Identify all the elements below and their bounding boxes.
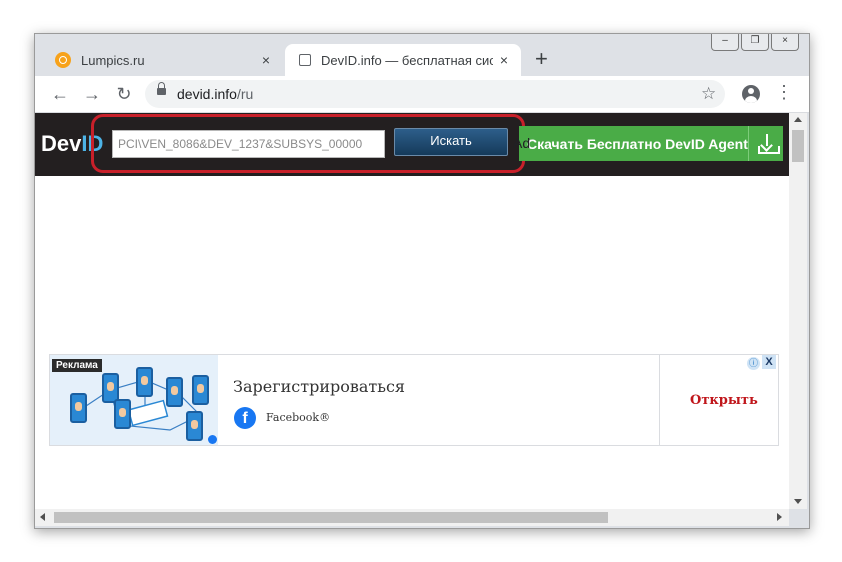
ad-open-button[interactable]: Открыть: [690, 393, 758, 408]
download-icon: [747, 126, 783, 161]
download-agent-button[interactable]: Скачать Бесплатно DevID Agent: [519, 126, 783, 161]
facebook-mini-icon: [208, 435, 217, 444]
horizontal-scrollbar[interactable]: [35, 509, 789, 526]
search-button[interactable]: Искать: [394, 128, 508, 156]
scroll-up-arrow-icon[interactable]: [794, 117, 802, 122]
tab-close-icon[interactable]: ×: [493, 52, 515, 68]
scroll-left-arrow-icon[interactable]: [40, 513, 45, 521]
page-viewport: DevID PCI\VEN_8086&DEV_1237&SUBSYS_00000…: [35, 113, 789, 509]
ad-image[interactable]: Реклама: [50, 355, 218, 445]
tab-strip: Lumpics.ru × DevID.info — бесплатная сис…: [35, 34, 809, 76]
close-window-button[interactable]: ×: [771, 34, 799, 51]
reload-button[interactable]: ↻: [111, 81, 137, 107]
vertical-scroll-thumb[interactable]: [792, 130, 804, 162]
forward-button[interactable]: →: [79, 81, 105, 107]
phone-graphic: [186, 411, 203, 441]
back-button[interactable]: ←: [47, 81, 73, 107]
phone-graphic: [166, 377, 183, 407]
tab-title: Lumpics.ru: [81, 52, 145, 68]
lock-icon[interactable]: [157, 82, 166, 95]
download-agent-label: Скачать Бесплатно DevID Agent: [527, 135, 748, 152]
phone-graphic: [136, 367, 153, 397]
ad-badge: Реклама: [52, 359, 102, 372]
restore-button[interactable]: ❐: [741, 34, 769, 51]
tab-close-icon[interactable]: ×: [255, 52, 277, 68]
window-controls: – ❐ ×: [711, 34, 799, 51]
url-text[interactable]: devid.info/ru: [177, 86, 253, 102]
browser-window: Lumpics.ru × DevID.info — бесплатная сис…: [34, 33, 810, 529]
phone-graphic: [114, 399, 131, 429]
ad-close-button[interactable]: X: [762, 355, 776, 369]
ad-brand: Facebook®: [266, 411, 331, 424]
lumpics-favicon-icon: [55, 52, 71, 68]
device-id-search-input[interactable]: PCI\VEN_8086&DEV_1237&SUBSYS_00000: [112, 130, 385, 158]
horizontal-scroll-thumb[interactable]: [54, 512, 608, 523]
minimize-button[interactable]: –: [711, 34, 739, 51]
tab-devid[interactable]: DevID.info — бесплатная систем ×: [285, 44, 521, 76]
facebook-ad-banner[interactable]: Реклама Зарегистрироваться f Facebook® О…: [49, 354, 779, 446]
ad-label: Ad: [513, 135, 531, 151]
tab-lumpics[interactable]: Lumpics.ru ×: [43, 44, 283, 76]
scroll-down-arrow-icon[interactable]: [794, 499, 802, 504]
browser-toolbar: ← → ↻ devid.info/ru ☆ ⋮: [35, 76, 809, 113]
adchoices-icon[interactable]: ⓘ: [747, 357, 760, 370]
new-tab-button[interactable]: +: [535, 46, 548, 72]
browser-menu-icon[interactable]: ⋮: [775, 82, 793, 103]
vertical-scrollbar[interactable]: [789, 113, 807, 509]
tab-title: DevID.info — бесплатная систем: [321, 52, 493, 68]
phone-graphic: [70, 393, 87, 423]
facebook-icon: f: [234, 407, 256, 429]
bookmark-star-icon[interactable]: ☆: [701, 84, 716, 104]
page-icon: [299, 54, 311, 66]
scroll-right-arrow-icon[interactable]: [777, 513, 782, 521]
url-domain: devid.info: [177, 86, 237, 102]
profile-avatar-icon[interactable]: [742, 85, 760, 103]
logo-dev-text: Dev: [41, 131, 82, 156]
ad-divider: [659, 355, 660, 445]
address-bar[interactable]: devid.info/ru: [145, 80, 725, 108]
url-path: /ru: [236, 86, 254, 102]
phone-graphic: [192, 375, 209, 405]
ad-headline[interactable]: Зарегистрироваться: [233, 377, 405, 396]
site-header: DevID PCI\VEN_8086&DEV_1237&SUBSYS_00000…: [35, 113, 789, 176]
